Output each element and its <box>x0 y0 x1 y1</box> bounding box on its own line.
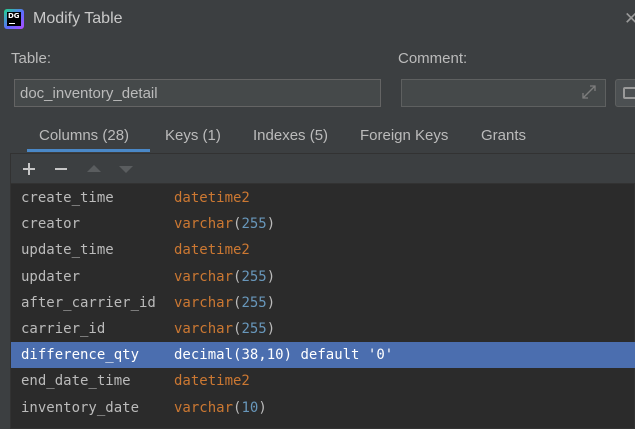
column-default: default '0' <box>292 347 394 364</box>
columns-list: create_time datetime2 creator varchar(255) u… <box>11 185 635 421</box>
tab-foreign-keys[interactable]: Foreign Keys <box>360 127 448 144</box>
comment-label: Comment: <box>398 50 468 67</box>
column-type: datetime2 <box>174 237 250 263</box>
table-row[interactable]: after_carrier_id varchar(255) <box>11 290 635 316</box>
table-row[interactable]: update_time datetime2 <box>11 237 635 263</box>
app-icon-text: DG <box>8 12 20 20</box>
title-bar: DG Modify Table ✕ <box>0 0 635 40</box>
paren-close: ) <box>266 268 276 285</box>
column-type-name: varchar <box>174 268 234 285</box>
paren-close: ) <box>266 320 276 337</box>
column-name: inventory_date <box>21 399 140 416</box>
column-type-name: varchar <box>174 294 234 311</box>
active-tab-indicator <box>27 149 150 152</box>
column-type-args: 255 <box>241 294 267 311</box>
move-up-icon[interactable] <box>84 154 104 184</box>
paren-close: ) <box>283 347 293 364</box>
column-type-name: varchar <box>174 320 234 337</box>
column-type-name: varchar <box>174 399 234 416</box>
column-type-name: datetime2 <box>174 190 250 206</box>
table-name-input[interactable] <box>14 79 381 107</box>
table-row[interactable]: inventory_date varchar(10) <box>11 395 635 421</box>
table-label: Table: <box>11 50 52 67</box>
column-type: decimal(38,10) default '0' <box>174 342 393 368</box>
column-type: varchar(255) <box>174 290 275 316</box>
column-type-name: decimal <box>174 347 234 364</box>
paren-close: ) <box>266 294 276 311</box>
table-row[interactable]: carrier_id varchar(255) <box>11 316 635 342</box>
column-name: update_time <box>21 242 114 259</box>
table-row[interactable]: create_time datetime2 <box>11 185 635 211</box>
column-name: create_time <box>21 190 114 206</box>
columns-toolbar <box>11 154 635 184</box>
column-type-args: 255 <box>241 268 267 285</box>
table-row[interactable]: creator varchar(255) <box>11 211 635 237</box>
column-type-args: 255 <box>241 320 267 337</box>
column-type: datetime2 <box>174 185 250 211</box>
column-type-args: 38,10 <box>241 347 284 364</box>
column-name: end_date_time <box>21 373 131 390</box>
editor-icon <box>623 87 635 99</box>
column-name: after_carrier_id <box>21 294 156 311</box>
column-type: datetime2 <box>174 368 250 394</box>
column-type: varchar(255) <box>174 211 275 237</box>
columns-panel: create_time datetime2 creator varchar(255) u… <box>10 153 635 429</box>
comment-editor-button[interactable] <box>615 79 635 107</box>
tab-grants[interactable]: Grants <box>481 127 526 144</box>
column-type-name: datetime2 <box>174 373 250 390</box>
table-row[interactable]: difference_qty decimal(38,10) default '0' <box>11 342 635 369</box>
minus-icon[interactable] <box>51 154 71 184</box>
plus-icon[interactable] <box>19 154 39 184</box>
column-type: varchar(255) <box>174 264 275 290</box>
move-down-icon[interactable] <box>116 154 136 184</box>
paren-close: ) <box>266 216 276 233</box>
column-type-name: varchar <box>174 216 234 233</box>
table-row[interactable]: updater varchar(255) <box>11 264 635 290</box>
column-name: updater <box>21 268 81 285</box>
expand-icon[interactable] <box>581 84 597 100</box>
column-name: difference_qty <box>21 347 140 364</box>
column-type-name: datetime2 <box>174 242 250 259</box>
column-type-args: 255 <box>241 216 267 233</box>
close-icon[interactable]: ✕ <box>624 9 635 29</box>
table-row[interactable]: end_date_time datetime2 <box>11 368 635 394</box>
column-name: carrier_id <box>21 320 106 337</box>
window-title: Modify Table <box>33 10 123 27</box>
tab-columns[interactable]: Columns (28) <box>39 127 129 144</box>
column-type-args: 10 <box>241 399 259 416</box>
comment-input[interactable] <box>401 79 606 107</box>
tab-indexes[interactable]: Indexes (5) <box>253 127 328 144</box>
tab-keys[interactable]: Keys (1) <box>165 127 221 144</box>
column-type: varchar(255) <box>174 316 275 342</box>
column-name: creator <box>21 216 81 233</box>
datagrip-logo-icon: DG <box>4 9 24 29</box>
paren-close: ) <box>258 399 267 416</box>
column-type: varchar(10) <box>174 395 267 421</box>
